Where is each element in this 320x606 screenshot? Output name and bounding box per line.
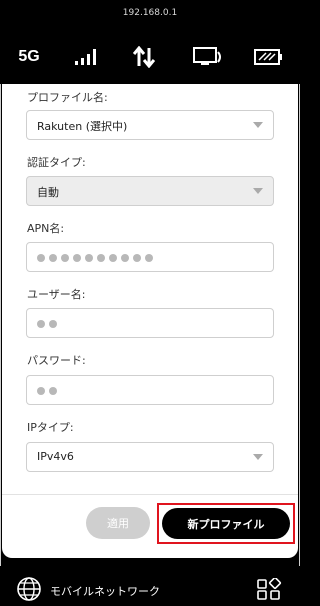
profile-name-label: プロファイル名:: [27, 91, 108, 104]
battery-charging-icon: [252, 42, 286, 72]
mask-dot: [109, 254, 117, 262]
status-icons-row: 5G: [0, 42, 300, 72]
mask-dot: [85, 254, 93, 262]
apply-button[interactable]: 適用: [86, 507, 150, 539]
ip-type-select[interactable]: IPv4v6: [26, 442, 274, 472]
ip-type-label: IPタイプ:: [27, 421, 74, 434]
mask-dot: [73, 254, 81, 262]
signal-strength-icon: [72, 42, 100, 72]
mobile-network-nav-label[interactable]: モバイルネットワーク: [50, 583, 160, 599]
mask-dot: [49, 254, 57, 262]
chevron-down-icon: [253, 454, 263, 460]
apn-name-input[interactable]: [26, 242, 274, 272]
chevron-down-icon: [253, 122, 263, 128]
password-input[interactable]: [26, 375, 274, 405]
password-masked-value: [37, 387, 57, 395]
auth-type-label: 認証タイプ:: [27, 156, 86, 169]
auth-type-value: 自動: [37, 186, 59, 199]
mask-dot: [37, 320, 45, 328]
username-masked-value: [37, 320, 57, 328]
password-label: パスワード:: [27, 354, 86, 367]
browser-url: 192.168.0.1: [122, 8, 178, 18]
network-type-label: 5G: [18, 48, 40, 65]
mask-dot: [37, 387, 45, 395]
mask-dot: [49, 320, 57, 328]
action-divider: [2, 494, 298, 495]
username-label: ユーザー名:: [27, 288, 86, 301]
screen-mirror-icon: [190, 42, 226, 72]
network-type-indicator: 5G: [14, 42, 44, 72]
globe-icon: [16, 576, 42, 606]
apps-grid-icon[interactable]: [256, 576, 282, 604]
mask-dot: [37, 254, 45, 262]
apn-masked-value: [37, 254, 153, 262]
auth-type-select: 自動: [26, 176, 274, 206]
profile-name-value: Rakuten (選択中): [37, 120, 128, 133]
mask-dot: [61, 254, 69, 262]
chevron-down-icon: [253, 188, 263, 194]
mask-dot: [49, 387, 57, 395]
mask-dot: [145, 254, 153, 262]
data-transfer-icon: [130, 42, 158, 72]
profile-settings-panel: プロファイル名: Rakuten (選択中) 認証タイプ: 自動 APN名: ユ…: [2, 84, 298, 558]
mask-dot: [121, 254, 129, 262]
apn-name-label: APN名:: [27, 222, 65, 235]
profile-name-select[interactable]: Rakuten (選択中): [26, 110, 274, 140]
top-bar: 192.168.0.1 5G: [0, 0, 300, 84]
mask-dot: [97, 254, 105, 262]
new-profile-button[interactable]: 新プロファイル: [162, 508, 290, 539]
bottom-nav-bar: モバイルネットワーク: [0, 566, 300, 601]
ip-type-value: IPv4v6: [37, 450, 74, 463]
mask-dot: [133, 254, 141, 262]
username-input[interactable]: [26, 308, 274, 338]
